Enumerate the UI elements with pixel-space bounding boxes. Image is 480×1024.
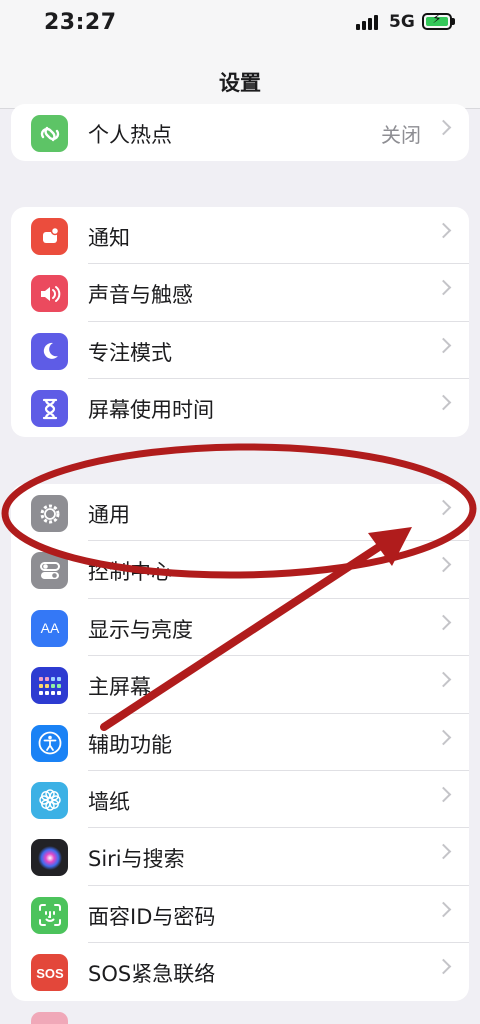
chevron-right-icon bbox=[435, 786, 452, 803]
settings-row-label: 屏幕使用时间 bbox=[88, 398, 214, 423]
settings-row-label: 个人热点 bbox=[88, 123, 172, 147]
hotspot-icon bbox=[31, 115, 68, 152]
settings-group-general: 通用 控制中心 AA 显示与亮度 主屏幕 辅助功能 墙纸 Siri与搜索 面容I… bbox=[11, 484, 469, 1001]
chevron-right-icon bbox=[435, 729, 452, 745]
status-time: 23:27 bbox=[44, 10, 117, 35]
settings-row-label: SOS紧急联络 bbox=[88, 962, 216, 987]
chevron-right-icon bbox=[435, 901, 452, 918]
settings-row-label: 面容ID与密码 bbox=[88, 904, 216, 929]
settings-row-label: 专注模式 bbox=[88, 340, 172, 365]
chevron-right-icon bbox=[435, 614, 452, 631]
settings-row-sos[interactable]: SOS SOS紧急联络 bbox=[11, 943, 469, 1000]
chevron-right-icon bbox=[435, 222, 452, 239]
nav-bar: 设置 bbox=[0, 50, 480, 109]
settings-row-label: 主屏幕 bbox=[88, 675, 151, 700]
battery-icon: ⚡ bbox=[422, 12, 452, 30]
settings-row-label: Siri与搜索 bbox=[88, 847, 185, 872]
bell-icon bbox=[31, 218, 68, 255]
moon-icon bbox=[31, 332, 68, 370]
settings-row-accessibility[interactable]: 辅助功能 bbox=[11, 714, 469, 771]
chevron-right-icon bbox=[435, 119, 452, 136]
hourglass-icon bbox=[31, 390, 68, 428]
settings-row-home-screen[interactable]: 主屏幕 bbox=[11, 656, 469, 714]
home-grid-icon bbox=[31, 667, 68, 705]
chevron-right-icon bbox=[435, 958, 452, 975]
settings-row-sounds[interactable]: 声音与触感 bbox=[11, 264, 469, 322]
page-title: 设置 bbox=[219, 71, 261, 95]
charging-bolt-icon: ⚡ bbox=[432, 12, 442, 27]
settings-row-label: 显示与亮度 bbox=[88, 617, 193, 642]
settings-group-notifications: 通知 声音与触感 专注模式 屏幕使用时间 bbox=[11, 207, 469, 437]
display-icon: AA bbox=[31, 609, 68, 647]
chevron-right-icon bbox=[435, 394, 452, 411]
settings-group-network: 个人热点 关闭 bbox=[11, 104, 469, 162]
battery-tip bbox=[452, 18, 455, 25]
settings-row-label: 声音与触感 bbox=[88, 283, 193, 308]
settings-row-siri[interactable]: Siri与搜索 bbox=[11, 828, 469, 886]
settings-row-wallpaper[interactable]: 墙纸 bbox=[11, 771, 469, 829]
chevron-right-icon bbox=[435, 499, 452, 516]
settings-row-notifications[interactable]: 通知 bbox=[11, 207, 469, 265]
gear-icon bbox=[31, 495, 68, 532]
signal-icon bbox=[356, 14, 382, 30]
settings-row-label: 通用 bbox=[88, 503, 130, 527]
settings-row-label: 辅助功能 bbox=[88, 732, 172, 757]
settings-row-control-center[interactable]: 控制中心 bbox=[11, 541, 469, 599]
settings-row-hotspot[interactable]: 个人热点 关闭 bbox=[11, 104, 469, 161]
faceid-icon bbox=[31, 896, 68, 934]
next-row-icon-peek bbox=[31, 1012, 68, 1024]
svg-text:AA: AA bbox=[40, 620, 59, 636]
svg-text:SOS: SOS bbox=[36, 966, 64, 981]
toggle-icon bbox=[31, 552, 68, 590]
settings-row-label: 通知 bbox=[88, 226, 130, 250]
network-type: 5G bbox=[389, 12, 415, 32]
accessibility-icon bbox=[31, 724, 68, 762]
settings-row-faceid[interactable]: 面容ID与密码 bbox=[11, 886, 469, 944]
chevron-right-icon bbox=[435, 557, 452, 573]
flower-icon bbox=[31, 781, 68, 819]
chevron-right-icon bbox=[435, 337, 452, 354]
settings-row-label: 墙纸 bbox=[88, 789, 130, 814]
chevron-right-icon bbox=[435, 280, 452, 296]
settings-row-general[interactable]: 通用 bbox=[11, 484, 469, 542]
status-bar: 23:27 5G ⚡ bbox=[0, 0, 480, 50]
settings-row-screen-time[interactable]: 屏幕使用时间 bbox=[11, 379, 469, 436]
chevron-right-icon bbox=[435, 844, 452, 860]
settings-row-value: 关闭 bbox=[381, 123, 421, 147]
chevron-right-icon bbox=[435, 671, 452, 688]
settings-row-display[interactable]: AA 显示与亮度 bbox=[11, 599, 469, 657]
settings-row-focus[interactable]: 专注模式 bbox=[11, 322, 469, 380]
sos-icon: SOS bbox=[31, 954, 68, 992]
siri-icon bbox=[31, 839, 68, 877]
speaker-icon bbox=[31, 275, 68, 313]
settings-row-label: 控制中心 bbox=[88, 560, 172, 585]
